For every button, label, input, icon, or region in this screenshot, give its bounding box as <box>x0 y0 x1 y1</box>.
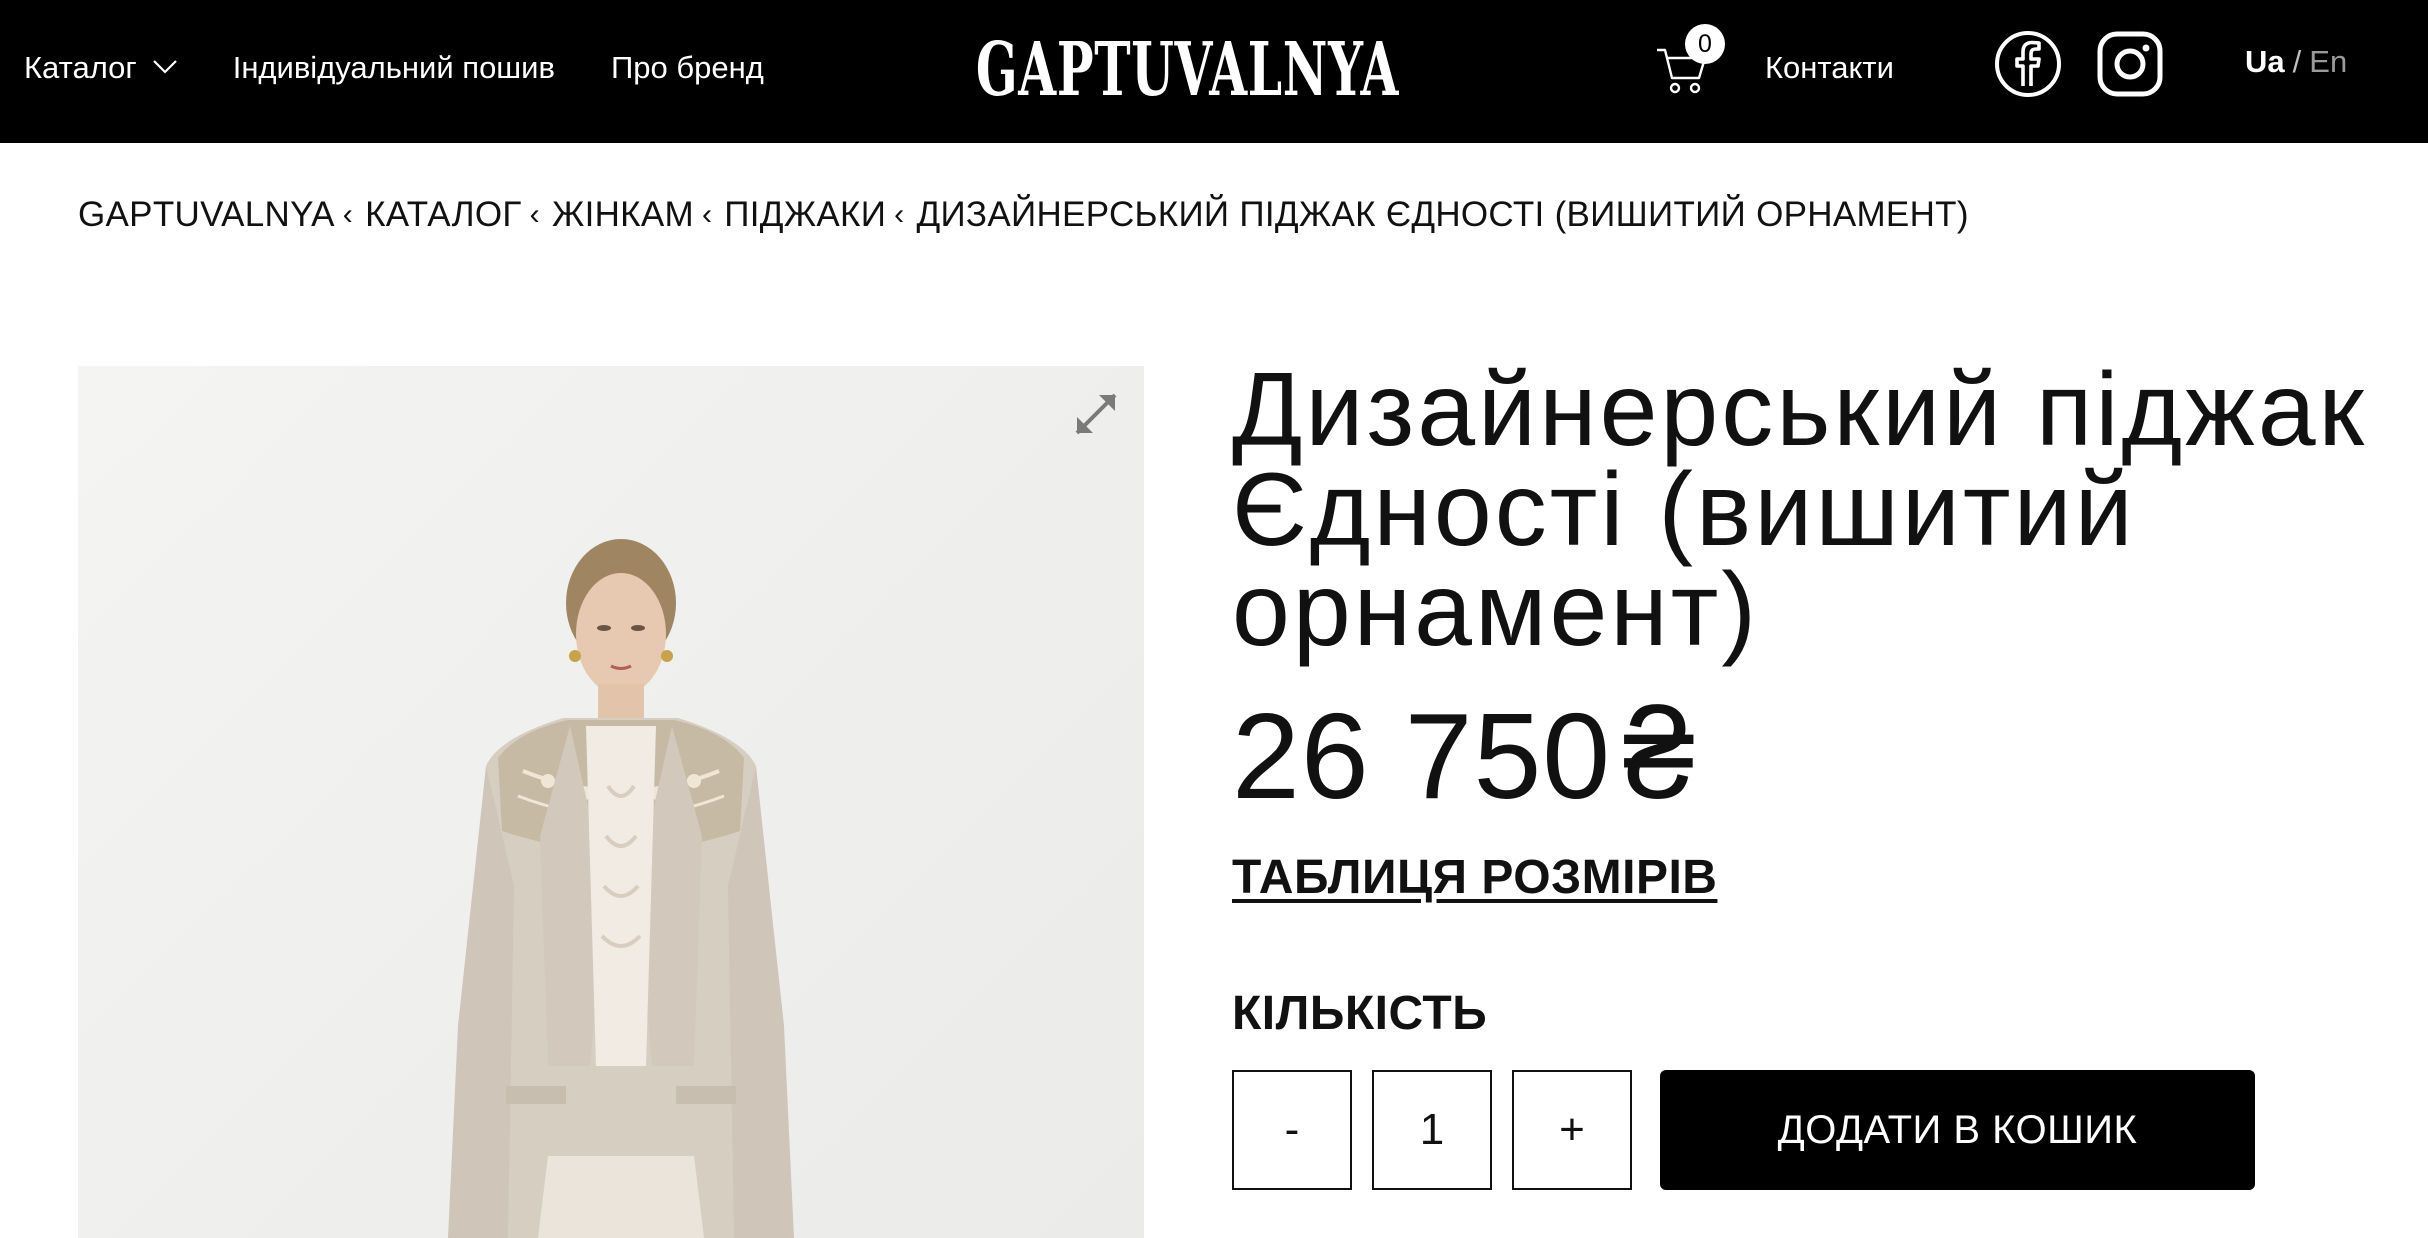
main-nav: Каталог Індивідуальний пошив Про бренд <box>24 0 764 135</box>
cart-button[interactable]: 0 <box>1655 24 1725 100</box>
quantity-input[interactable] <box>1374 1072 1490 1188</box>
product-price: 26 750 ₴ <box>1232 683 1696 826</box>
breadcrumb-separator: ‹ <box>342 198 354 231</box>
product-photo <box>448 539 794 1238</box>
site-header: Каталог Індивідуальний пошив Про бренд G… <box>0 0 2428 143</box>
chevron-down-icon <box>152 59 177 74</box>
facebook-icon <box>1995 31 2061 97</box>
breadcrumb-catalog[interactable]: КАТАЛОГ <box>365 195 522 235</box>
product-title: Дизайнерський піджак Єдності (вишитий ор… <box>1232 352 2368 668</box>
cart-count-badge: 0 <box>1685 24 1725 64</box>
lang-ua[interactable]: Ua <box>2245 44 2285 80</box>
breadcrumb-current: ДИЗАЙНЕРСЬКИЙ ПІДЖАК ЄДНОСТІ (ВИШИТИЙ ОР… <box>916 195 1969 234</box>
brand-logo[interactable]: GAPTUVALNYA <box>976 22 1398 117</box>
size-table-link[interactable]: ТАБЛИЦЯ РОЗМІРІВ <box>1232 850 1717 905</box>
breadcrumb-separator: ‹ <box>701 198 713 231</box>
quantity-increment-button[interactable]: + <box>1512 1070 1632 1190</box>
add-to-cart-button[interactable]: ДОДАТИ В КОШИК <box>1660 1070 2255 1190</box>
price-amount: 26 750 <box>1232 688 1612 824</box>
quantity-field[interactable] <box>1372 1070 1492 1190</box>
nav-about-brand-label: Про бренд <box>610 49 764 85</box>
language-switcher: Ua / En <box>2245 0 2347 124</box>
breadcrumb: GAPTUVALNYA ‹ КАТАЛОГ ‹ ЖІНКАМ ‹ ПІДЖАКИ… <box>78 190 1969 240</box>
breadcrumb-women[interactable]: ЖІНКАМ <box>552 195 694 235</box>
nav-contacts[interactable]: Контакти <box>1765 0 1894 135</box>
nav-catalog[interactable]: Каталог <box>24 50 179 86</box>
nav-about-brand[interactable]: Про бренд <box>611 50 764 86</box>
facebook-link[interactable] <box>1994 30 2062 98</box>
quantity-label: КІЛЬКІСТЬ <box>1232 987 1488 1040</box>
lang-separator: / <box>2292 44 2302 79</box>
breadcrumb-separator: ‹ <box>529 198 540 231</box>
nav-custom-tailoring[interactable]: Індивідуальний пошив <box>233 50 555 86</box>
breadcrumb-jackets[interactable]: ПІДЖАКИ <box>724 195 886 235</box>
quantity-decrement-button[interactable]: - <box>1232 1070 1352 1190</box>
breadcrumb-home[interactable]: GAPTUVALNYA <box>78 195 335 235</box>
expand-icon[interactable] <box>1071 389 1121 439</box>
instagram-link[interactable] <box>2096 30 2164 98</box>
product-image[interactable] <box>78 366 1144 1238</box>
breadcrumb-separator: ‹ <box>894 198 905 231</box>
nav-custom-tailoring-label: Індивідуальний пошив <box>232 49 555 85</box>
price-currency: ₴ <box>1623 683 1696 826</box>
nav-catalog-label: Каталог <box>24 49 137 85</box>
instagram-icon <box>2097 31 2163 97</box>
lang-en[interactable]: En <box>2309 44 2347 80</box>
